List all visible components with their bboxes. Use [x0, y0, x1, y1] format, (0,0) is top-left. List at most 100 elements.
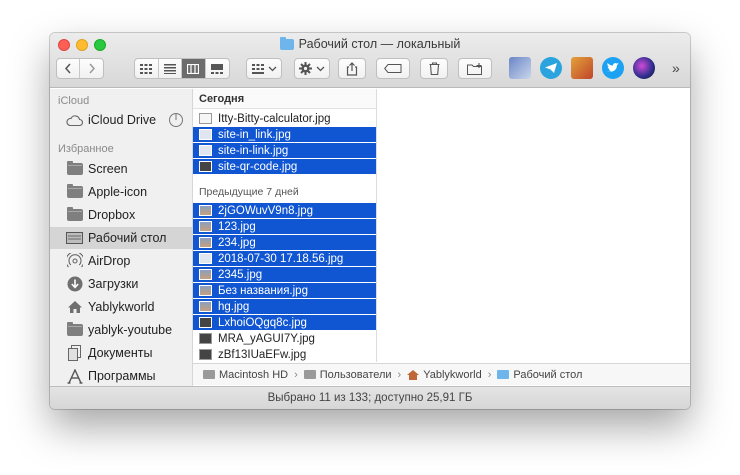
image-file-icon: [199, 129, 212, 140]
siri-icon[interactable]: [633, 57, 655, 79]
chevron-down-icon: [316, 66, 325, 71]
file-name: hg.jpg: [218, 300, 250, 313]
folder-icon: [497, 370, 510, 379]
image-file-icon: [199, 205, 212, 216]
file-name: site-in-link.jpg: [218, 144, 289, 157]
twitter-icon[interactable]: [602, 57, 624, 79]
sidebar-item-yablyk-youtube[interactable]: yablyk-youtube: [50, 319, 192, 341]
chevron-right-icon: [88, 63, 95, 74]
sidebar-item-yablykworld[interactable]: Yablykworld: [50, 296, 192, 318]
trash-button[interactable]: [420, 58, 448, 79]
file-name: 234.jpg: [218, 236, 256, 249]
file-row[interactable]: site-in_link.jpg: [193, 127, 376, 142]
column-header: Сегодня: [193, 89, 376, 109]
file-name: 2345.jpg: [218, 268, 263, 281]
file-row[interactable]: zBf13IUaEFw.jpg: [193, 347, 376, 362]
forward-button[interactable]: [80, 59, 103, 78]
sidebar-item-label: iCloud Drive: [88, 113, 157, 127]
file-row[interactable]: hg.jpg: [193, 299, 376, 314]
file-row[interactable]: site-qr-code.jpg: [193, 159, 376, 174]
image-file-icon: [199, 237, 212, 248]
view-mode-control: [134, 58, 230, 79]
bird-icon: [607, 63, 619, 72]
file-name: zBf13IUaEFw.jpg: [218, 348, 307, 361]
window-title: Рабочий стол — локальный: [50, 36, 690, 51]
folder-icon: [66, 322, 83, 337]
sidebar-item-documents[interactable]: Документы: [50, 342, 192, 364]
group-icon: [251, 63, 264, 74]
sidebar-item-downloads[interactable]: Загрузки: [50, 273, 192, 295]
sidebar: iCloud iCloud Drive Избранное Screen App…: [50, 89, 193, 389]
sidebar-item-airdrop[interactable]: AirDrop: [50, 250, 192, 272]
new-folder-button[interactable]: [458, 58, 492, 79]
file-name: 2jGOWuvV9n8.jpg: [218, 204, 314, 217]
sidebar-item-screen[interactable]: Screen: [50, 158, 192, 180]
paper-plane-icon: [545, 63, 557, 73]
telegram-icon[interactable]: [540, 57, 562, 79]
toolbar-overflow-button[interactable]: »: [672, 60, 680, 76]
documents-icon: [66, 345, 83, 361]
sidebar-item-label: Screen: [88, 162, 128, 176]
path-item-users[interactable]: Пользователи: [320, 369, 392, 381]
finder-window: Рабочий стол — локальный » iCloud iCloud…: [50, 33, 690, 409]
sidebar-item-label: Программы: [88, 369, 156, 383]
chevron-down-icon: [268, 66, 276, 71]
home-icon: [407, 369, 420, 380]
list-view-button[interactable]: [159, 59, 182, 78]
file-row[interactable]: 2jGOWuvV9n8.jpg: [193, 203, 376, 218]
file-row[interactable]: 123.jpg: [193, 219, 376, 234]
storage-progress-icon: [168, 112, 184, 131]
file-row[interactable]: Itty-Bitty-calculator.jpg: [193, 111, 376, 126]
sidebar-item-label: Apple-icon: [88, 185, 148, 199]
file-name: 123.jpg: [218, 220, 256, 233]
icon-view-button[interactable]: [135, 59, 159, 78]
list-icon: [163, 63, 176, 74]
file-row[interactable]: site-in-link.jpg: [193, 143, 376, 158]
tags-button[interactable]: [376, 58, 410, 79]
trash-icon: [429, 62, 439, 75]
gallery-icon: [211, 63, 224, 74]
file-row[interactable]: Без названия.jpg: [193, 283, 376, 298]
image-file-icon: [199, 253, 212, 264]
image-capture-icon[interactable]: [509, 57, 531, 79]
applications-icon: [66, 368, 83, 384]
back-button[interactable]: [57, 59, 81, 78]
sidebar-item-label: Загрузки: [88, 277, 139, 291]
path-item-desktop[interactable]: Рабочий стол: [513, 369, 582, 381]
home-icon: [66, 300, 83, 314]
new-folder-icon: [466, 62, 482, 75]
file-row[interactable]: LxhoiOQgq8c.jpg: [193, 315, 376, 330]
action-button[interactable]: [294, 58, 330, 79]
path-item-disk[interactable]: Macintosh HD: [219, 369, 288, 381]
sidebar-item-applications[interactable]: Программы: [50, 365, 192, 387]
path-item-home[interactable]: Yablykworld: [423, 369, 482, 381]
image-file-icon: [199, 161, 212, 172]
sidebar-item-apple-icon[interactable]: Apple-icon: [50, 181, 192, 203]
status-bar: Выбрано 11 из 133; доступно 25,91 ГБ: [50, 386, 690, 409]
folder-icon: [303, 370, 316, 379]
column-view-button[interactable]: [182, 59, 206, 78]
file-name: Без названия.jpg: [218, 284, 308, 297]
file-row[interactable]: 2018-07-30 17.18.56.jpg: [193, 251, 376, 266]
image-file-icon: [199, 317, 212, 328]
file-name: LxhoiOQgq8c.jpg: [218, 316, 307, 329]
sidebar-item-desktop[interactable]: Рабочий стол: [50, 227, 192, 249]
sidebar-item-dropbox[interactable]: Dropbox: [50, 204, 192, 226]
pixelmator-icon[interactable]: [571, 57, 593, 79]
sidebar-item-label: yablyk-youtube: [88, 323, 173, 337]
file-row[interactable]: 234.jpg: [193, 235, 376, 250]
gallery-view-button[interactable]: [206, 59, 229, 78]
file-row[interactable]: 2345.jpg: [193, 267, 376, 282]
columns-icon: [187, 63, 200, 74]
group-by-button[interactable]: [246, 58, 282, 79]
image-file-icon: [199, 221, 212, 232]
sidebar-item-icloud-drive[interactable]: iCloud Drive: [50, 109, 192, 131]
gear-icon: [299, 62, 312, 75]
desktop-icon: [66, 231, 83, 245]
preview-pane: [378, 89, 690, 362]
file-row[interactable]: MRA_yAGUI7Y.jpg: [193, 331, 376, 346]
share-button[interactable]: [338, 58, 366, 79]
sidebar-item-label: Рабочий стол: [88, 231, 167, 245]
image-file-icon: [199, 269, 212, 280]
grid-icon: [140, 63, 153, 74]
